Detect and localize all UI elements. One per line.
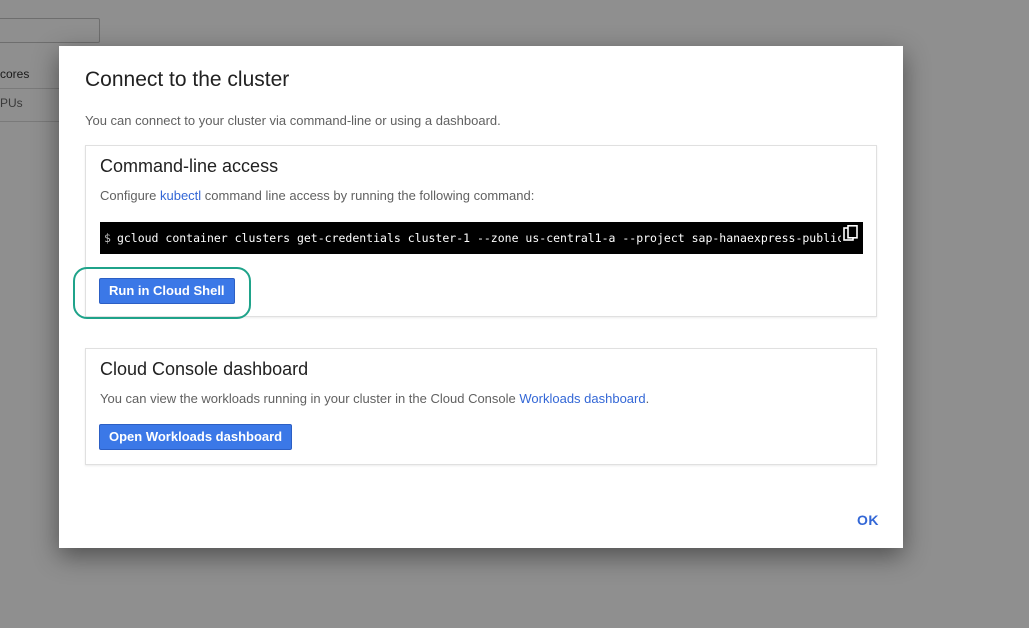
command-prompt: $ bbox=[104, 231, 111, 245]
open-workloads-dashboard-button[interactable]: Open Workloads dashboard bbox=[99, 424, 293, 450]
copy-icon[interactable] bbox=[841, 222, 863, 254]
command-text[interactable]: $ gcloud container clusters get-credentia… bbox=[104, 231, 863, 245]
dialog-description: You can connect to your cluster via comm… bbox=[85, 113, 501, 128]
cli-desc-prefix: Configure bbox=[100, 188, 160, 203]
background-row-cores: cores bbox=[0, 62, 60, 89]
dash-card-description: You can view the workloads running in yo… bbox=[100, 391, 649, 406]
cli-card-description: Configure kubectl command line access by… bbox=[100, 188, 534, 203]
run-in-cloud-shell-button[interactable]: Run in Cloud Shell bbox=[99, 278, 235, 304]
cli-card-title: Command-line access bbox=[100, 156, 279, 176]
dash-card-title: Cloud Console dashboard bbox=[100, 359, 309, 379]
background-row-gpus: PUs bbox=[0, 89, 60, 122]
dialog-title: Connect to the cluster bbox=[85, 68, 290, 91]
ok-button[interactable]: OK bbox=[857, 512, 879, 528]
command-box[interactable]: $ gcloud container clusters get-credentia… bbox=[100, 222, 863, 254]
connect-dialog: Connect to the cluster You can connect t… bbox=[59, 46, 903, 548]
background-search-input bbox=[0, 18, 100, 43]
kubectl-link[interactable]: kubectl bbox=[160, 188, 201, 203]
command-line-access-card: Command-line access Configure kubectl co… bbox=[85, 145, 877, 317]
cli-desc-suffix: command line access by running the follo… bbox=[201, 188, 535, 203]
cloud-console-dashboard-card: Cloud Console dashboard You can view the… bbox=[85, 348, 877, 465]
command-value[interactable]: gcloud container clusters get-credential… bbox=[117, 231, 863, 245]
workloads-dashboard-link[interactable]: Workloads dashboard bbox=[519, 391, 645, 406]
dash-desc-prefix: You can view the workloads running in yo… bbox=[100, 391, 520, 406]
dash-desc-suffix: . bbox=[645, 391, 650, 406]
